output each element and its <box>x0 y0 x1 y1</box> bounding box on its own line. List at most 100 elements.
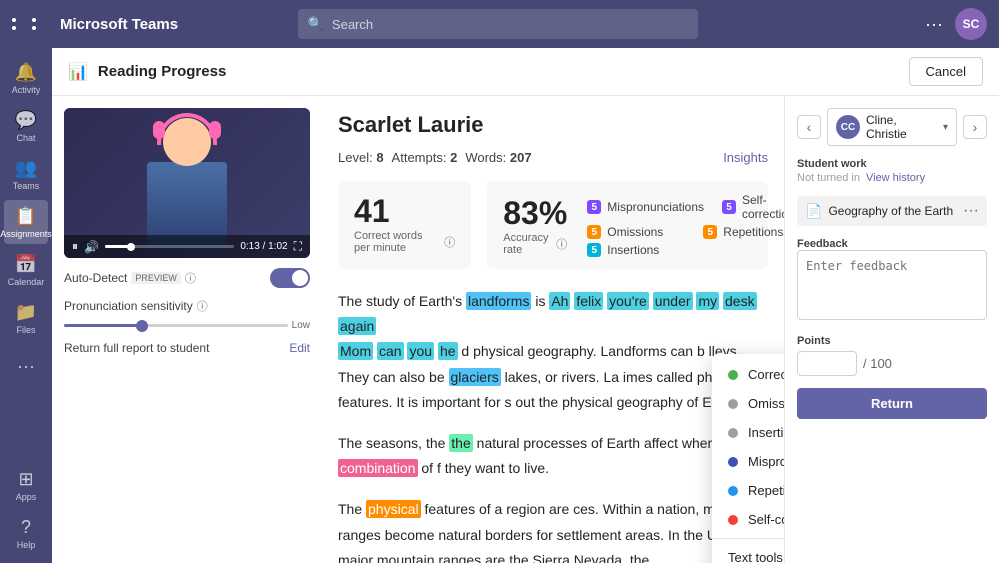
assignments-icon: 📋 <box>15 206 37 227</box>
student-name-display: Cline, Christie <box>866 113 937 141</box>
mispronunciation-dot: 5 <box>587 200 601 214</box>
word-combination[interactable]: combination <box>338 459 418 477</box>
sidebar-item-more[interactable]: ··· <box>4 344 48 388</box>
video-time: 0:13 / 1:02 <box>240 241 287 252</box>
insights-link[interactable]: Insights <box>723 150 768 165</box>
sidebar-item-activity[interactable]: 🔔 Activity <box>4 56 48 100</box>
next-student-button[interactable]: › <box>963 115 987 139</box>
word-landforms[interactable]: landforms <box>466 292 531 310</box>
menu-item-text-tools[interactable]: Text tools ▶ <box>712 543 784 563</box>
search-input[interactable] <box>332 17 688 32</box>
search-bar[interactable]: 🔍 <box>298 9 698 39</box>
omission-dot <box>728 399 738 409</box>
passage-text: The study of Earth's landforms is Ah fel… <box>338 289 768 563</box>
assignment-name: Geography of the Earth <box>828 204 957 218</box>
word-felix[interactable]: felix <box>574 292 603 310</box>
prev-student-button[interactable]: ‹ <box>797 115 821 139</box>
info-icon: ⓘ <box>197 298 208 314</box>
self-correction-dot: 5 <box>722 200 736 214</box>
word-ah[interactable]: Ah <box>549 292 570 310</box>
word-desk[interactable]: desk <box>723 292 757 310</box>
left-panel: ⏸ 🔊 0:13 / 1:02 ⛶ <box>52 96 322 563</box>
feedback-label: Feedback <box>797 238 987 250</box>
student-name: Scarlet Laurie <box>338 112 768 138</box>
points-section: Points / 100 <box>797 335 987 376</box>
menu-item-self-correction[interactable]: Self-correction <box>712 505 784 534</box>
cancel-button[interactable]: Cancel <box>909 57 983 86</box>
info-icon: ⓘ <box>444 234 455 250</box>
help-icon: ? <box>21 517 31 538</box>
word-you[interactable]: you <box>407 342 434 360</box>
menu-item-mispronunciation[interactable]: Mispronunciation <box>712 447 784 476</box>
sidebar-item-help[interactable]: ? Help <box>4 511 48 555</box>
sidebar-item-assignments[interactable]: 📋 Assignments <box>4 200 48 244</box>
word-he[interactable]: he <box>438 342 458 360</box>
assignment-more-button[interactable]: ··· <box>963 202 979 220</box>
sidebar-item-label: Apps <box>16 492 37 502</box>
accuracy-value: 83% <box>503 195 567 232</box>
auto-detect-row: Auto-Detect PREVIEW ⓘ <box>64 268 310 288</box>
topbar-right: ··· SC <box>925 8 987 40</box>
insertions-label: Insertions <box>607 243 659 257</box>
low-label: Low <box>292 320 310 331</box>
student-work-section: Student work Not turned in View history <box>797 158 987 184</box>
edit-link[interactable]: Edit <box>289 341 310 355</box>
points-max: / 100 <box>863 356 892 371</box>
menu-item-insertion[interactable]: Insertion <box>712 418 784 447</box>
repetitions-dot: 5 <box>703 225 717 239</box>
fullscreen-button[interactable]: ⛶ <box>294 239 302 254</box>
word-physical[interactable]: physical <box>366 500 421 518</box>
word-mom[interactable]: Mom <box>338 342 373 360</box>
sidebar-item-teams[interactable]: 👥 Teams <box>4 152 48 196</box>
word-can[interactable]: can <box>377 342 404 360</box>
not-turned-in-label: Not turned in <box>797 172 860 184</box>
sidebar-item-label: Activity <box>12 85 41 95</box>
return-full-report-label: Return full report to student <box>64 341 209 355</box>
omissions-label: Omissions <box>607 225 663 239</box>
volume-button[interactable]: 🔊 <box>84 240 99 254</box>
more-icon[interactable]: ··· <box>925 14 943 35</box>
text-tools-label: Text tools <box>728 550 783 563</box>
word-youre[interactable]: you're <box>607 292 649 310</box>
menu-item-label: Correct <box>748 367 784 382</box>
sidebar-item-files[interactable]: 📁 Files <box>4 296 48 340</box>
menu-item-omission[interactable]: Omission <box>712 389 784 418</box>
view-history-link[interactable]: View history <box>866 172 925 184</box>
word-the[interactable]: the <box>449 434 472 452</box>
feedback-input[interactable] <box>797 250 987 320</box>
menu-item-label: Insertion <box>748 425 784 440</box>
auto-detect-toggle[interactable] <box>270 268 310 288</box>
teams-icon: 👥 <box>15 158 37 179</box>
menu-item-correct[interactable]: Correct <box>712 360 784 389</box>
return-button[interactable]: Return <box>797 388 987 419</box>
assignment-row: 📄 Geography of the Earth ··· <box>797 196 987 226</box>
video-controls: ⏸ 🔊 0:13 / 1:02 ⛶ <box>64 235 310 258</box>
student-selector[interactable]: CC Cline, Christie ▾ <box>827 108 957 146</box>
word-my[interactable]: my <box>696 292 719 310</box>
user-avatar[interactable]: SC <box>955 8 987 40</box>
sidebar-item-calendar[interactable]: 📅 Calendar <box>4 248 48 292</box>
menu-item-repetition[interactable]: Repetition <box>712 476 784 505</box>
accuracy-label: Accuracy rate ⓘ <box>503 232 567 256</box>
word-under[interactable]: under <box>653 292 693 310</box>
points-input[interactable] <box>797 351 857 376</box>
sidebar-item-label: Help <box>17 540 36 550</box>
menu-item-label: Repetition <box>748 483 784 498</box>
sensitivity-slider[interactable] <box>64 324 288 327</box>
sidebar-item-chat[interactable]: 💬 Chat <box>4 104 48 148</box>
top-bar: Microsoft Teams 🔍 ··· SC <box>0 0 999 48</box>
error-grid: 5 Mispronunciations 5 Self-corrections 5… <box>587 193 784 257</box>
points-label: Points <box>797 335 987 347</box>
play-pause-button[interactable]: ⏸ <box>72 239 78 254</box>
video-progress-bar[interactable] <box>105 245 234 248</box>
sidebar-item-label: Files <box>16 325 35 335</box>
insertion-dot <box>728 428 738 438</box>
word-again[interactable]: again <box>338 317 376 335</box>
repetition-dot <box>728 486 738 496</box>
more-apps-icon: ··· <box>17 356 35 377</box>
sidebar-item-apps[interactable]: ⊞ Apps <box>4 463 48 507</box>
apps-grid-icon[interactable] <box>12 18 48 30</box>
word-glaciers[interactable]: glaciers <box>449 368 501 386</box>
self-correction-dot <box>728 515 738 525</box>
stats-row: Level: 8 Attempts: 2 Words: 207 Insights <box>338 150 768 165</box>
